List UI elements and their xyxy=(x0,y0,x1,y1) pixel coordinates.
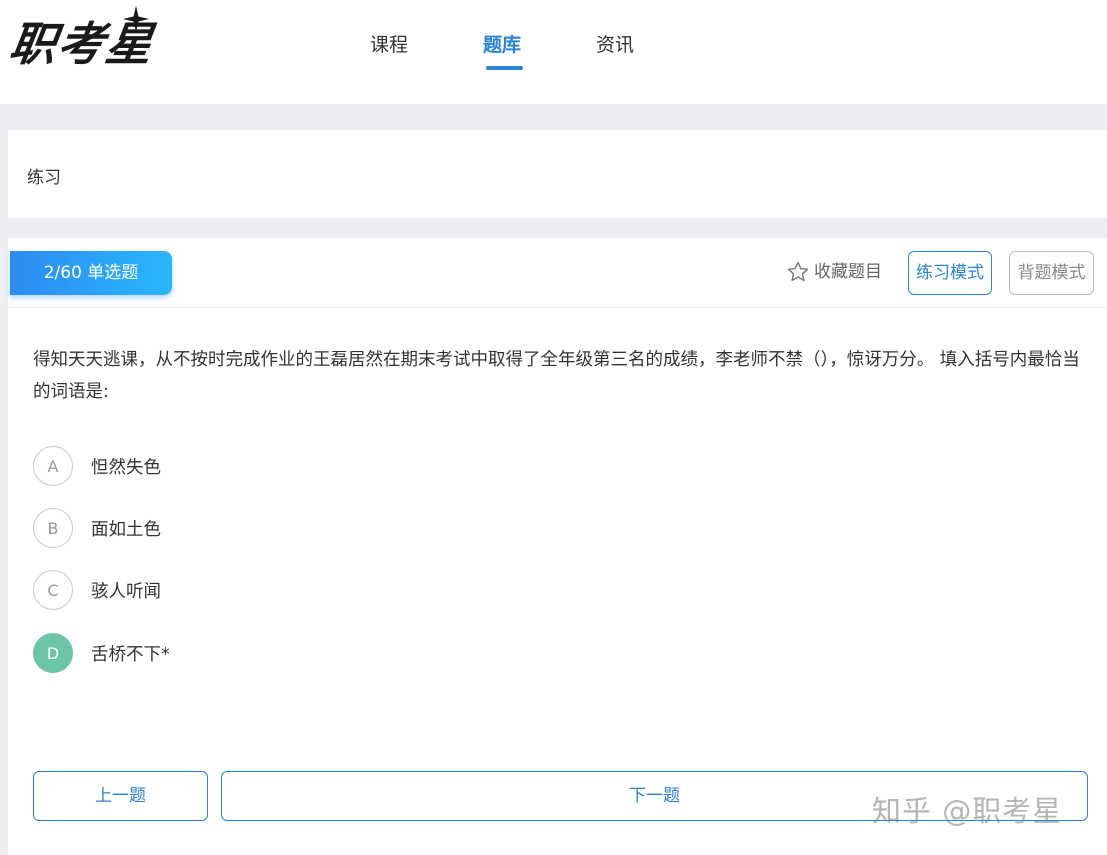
nav-item-news[interactable]: 资讯 xyxy=(596,30,634,57)
option-letter: C xyxy=(33,570,73,610)
option-text: 怛然失色 xyxy=(91,457,161,478)
option-a[interactable]: A 怛然失色 xyxy=(33,446,161,486)
recite-mode-button[interactable]: 背题模式 xyxy=(1009,251,1094,295)
top-header: 职考星 课程 题库 资讯 xyxy=(0,0,1107,104)
option-text: 骇人听闻 xyxy=(91,581,161,602)
option-letter: D xyxy=(33,633,73,673)
option-letter: A xyxy=(33,446,73,486)
breadcrumb[interactable]: 练习 xyxy=(27,163,61,188)
question-stem: 得知天天逃课，从不按时完成作业的王磊居然在期末考试中取得了全年级第三名的成绩，李… xyxy=(33,350,1080,402)
option-text: 面如土色 xyxy=(91,519,161,540)
question-card: 2/60 单选题 收藏题目 练习模式 背题模式 得知天天逃课，从不按时完成作业的… xyxy=(8,238,1107,855)
nav-active-indicator xyxy=(486,66,523,70)
favorite-button[interactable]: 收藏题目 xyxy=(786,259,882,285)
option-b[interactable]: B 面如土色 xyxy=(33,508,161,548)
option-c[interactable]: C 骇人听闻 xyxy=(33,570,161,610)
option-text: 舌桥不下* xyxy=(91,644,170,665)
sparkle-icon xyxy=(123,6,149,32)
star-icon xyxy=(787,261,809,282)
previous-question-button[interactable]: 上一题 xyxy=(33,771,208,821)
question-toolbar: 2/60 单选题 收藏题目 练习模式 背题模式 xyxy=(8,238,1107,308)
option-letter: B xyxy=(33,508,73,548)
watermark: 知乎 @职考星 xyxy=(872,794,1063,828)
question-progress-badge: 2/60 单选题 xyxy=(10,251,172,295)
nav-item-courses[interactable]: 课程 xyxy=(370,30,408,57)
favorite-label: 收藏题目 xyxy=(814,262,882,282)
option-d[interactable]: D 舌桥不下* xyxy=(33,633,170,673)
breadcrumb-card: 练习 xyxy=(8,130,1107,218)
practice-mode-button[interactable]: 练习模式 xyxy=(908,251,992,295)
nav-item-question-bank[interactable]: 题库 xyxy=(483,30,521,57)
